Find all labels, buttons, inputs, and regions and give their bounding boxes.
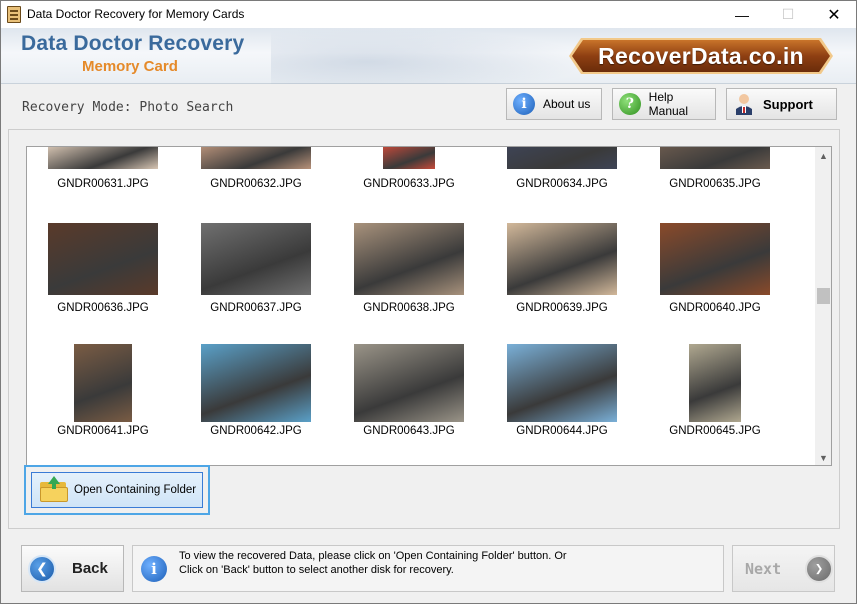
photo-filename: GNDR00631.JPG (57, 178, 149, 190)
photo-preview (48, 147, 158, 169)
next-label: Next (745, 559, 782, 578)
photo-filename: GNDR00634.JPG (516, 178, 608, 190)
recovery-mode-label: Recovery Mode: Photo Search (22, 100, 234, 115)
photo-preview (507, 223, 617, 295)
back-label: Back (72, 560, 108, 577)
photo-preview (507, 344, 617, 422)
photo-preview (383, 147, 435, 169)
open-containing-folder-button[interactable]: Open Containing Folder (31, 472, 203, 508)
photo-filename: GNDR00645.JPG (669, 425, 761, 437)
photo-preview (74, 344, 132, 422)
folder-icon (40, 476, 68, 502)
photo-filename: GNDR00640.JPG (669, 302, 761, 314)
open-folder-label: Open Containing Folder (74, 484, 197, 496)
photo-preview (660, 223, 770, 295)
scrollbar-thumb[interactable] (817, 288, 830, 304)
app-icon (7, 6, 21, 23)
help-manual-label: Help Manual (648, 90, 689, 118)
maximize-button[interactable]: ☐ (765, 1, 811, 28)
photo-gallery[interactable]: GNDR00631.JPG GNDR00632.JPG GNDR00633.JPG G… (26, 146, 832, 466)
arrow-right-icon: ❯ (805, 554, 834, 583)
info-message-line1: To view the recovered Data, please click… (179, 550, 567, 562)
photo-filename: GNDR00641.JPG (57, 425, 149, 437)
photo-preview (201, 344, 311, 422)
photo-preview (660, 147, 770, 169)
logo-text: RecoverData.co.in (598, 42, 804, 69)
photo-filename: GNDR00635.JPG (669, 178, 761, 190)
help-manual-button[interactable]: ? Help Manual (612, 88, 716, 120)
mode-bar: Recovery Mode: Photo Search i About us ?… (1, 85, 856, 127)
photo-preview (201, 147, 311, 169)
photo-filename: GNDR00643.JPG (363, 425, 455, 437)
photo-preview (48, 223, 158, 295)
info-icon: i (513, 93, 535, 115)
arrow-left-icon: ❮ (28, 554, 56, 583)
photo-filename: GNDR00633.JPG (363, 178, 455, 190)
photo-filename: GNDR00638.JPG (363, 302, 455, 314)
support-person-icon (733, 93, 755, 115)
content-panel: GNDR00631.JPG GNDR00632.JPG GNDR00633.JPG G… (8, 129, 840, 529)
title-bar: Data Doctor Recovery for Memory Cards — … (1, 1, 856, 28)
photo-preview (354, 223, 464, 295)
back-button[interactable]: ❮ Back (21, 545, 124, 592)
window-title: Data Doctor Recovery for Memory Cards (27, 7, 245, 21)
info-message-line2: Click on 'Back' button to select another… (179, 564, 454, 576)
photo-preview (354, 344, 464, 422)
recoverdata-logo[interactable]: RecoverData.co.in (567, 36, 835, 76)
header-banner: Data Doctor Recovery Memory Card Recover… (1, 28, 856, 84)
scroll-down-icon[interactable]: ▼ (815, 449, 831, 465)
question-icon: ? (619, 93, 641, 115)
info-icon: i (141, 556, 167, 582)
brand-subtitle: Memory Card (82, 58, 178, 75)
photo-filename: GNDR00639.JPG (516, 302, 608, 314)
photo-filename: GNDR00636.JPG (57, 302, 149, 314)
minimize-button[interactable]: — (719, 1, 765, 28)
photo-filename: GNDR00644.JPG (516, 425, 608, 437)
about-us-label: About us (543, 97, 591, 111)
photo-preview (201, 223, 311, 295)
brand-title: Data Doctor Recovery (21, 32, 245, 55)
close-button[interactable]: ✕ (811, 1, 856, 28)
photo-filename: GNDR00637.JPG (210, 302, 302, 314)
vertical-scrollbar[interactable]: ▲ ▼ (815, 147, 831, 465)
about-us-button[interactable]: i About us (506, 88, 602, 120)
open-folder-focus-frame: Open Containing Folder (24, 465, 210, 515)
scroll-up-icon[interactable]: ▲ (815, 147, 831, 164)
app-window: Data Doctor Recovery for Memory Cards — … (0, 0, 857, 604)
support-button[interactable]: Support (726, 88, 837, 120)
photo-filename: GNDR00642.JPG (210, 425, 302, 437)
photo-filename: GNDR00632.JPG (210, 178, 302, 190)
info-message-box: i To view the recovered Data, please cli… (132, 545, 724, 592)
support-label: Support (763, 96, 813, 112)
next-button: Next ❯ (732, 545, 835, 592)
photo-preview (689, 344, 741, 422)
photo-preview (507, 147, 617, 169)
